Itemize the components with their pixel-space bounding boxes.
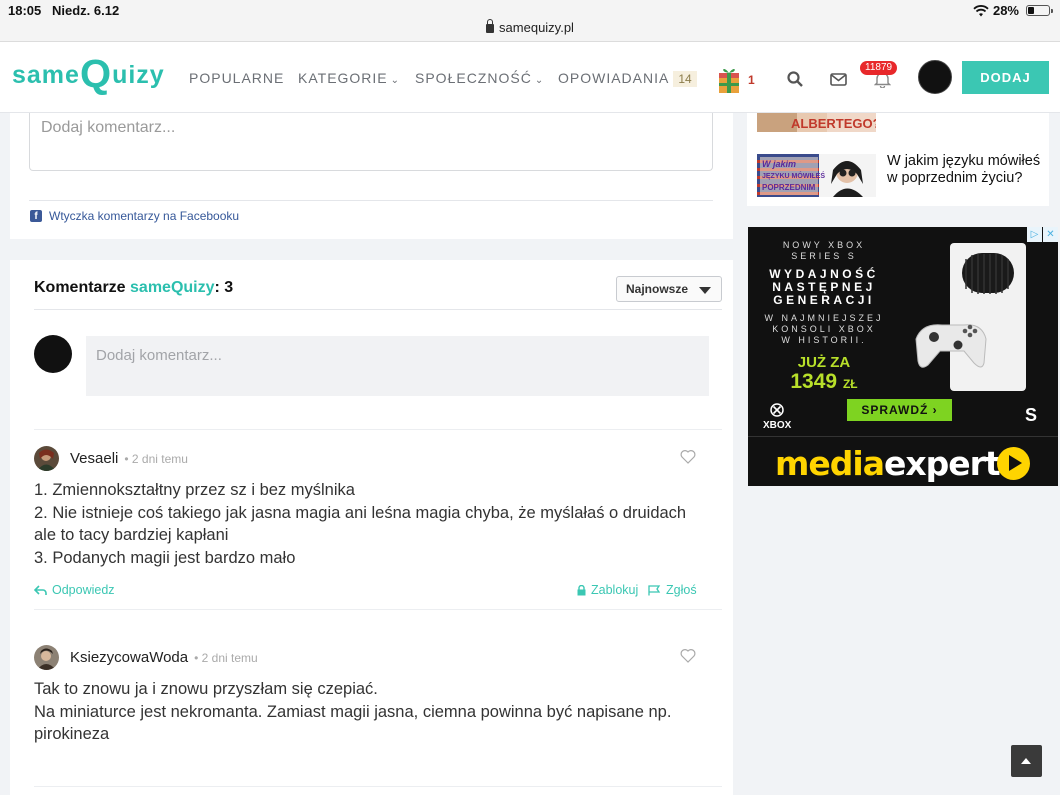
comment-placeholder: Dodaj komentarz... <box>41 119 176 136</box>
divider <box>34 429 722 430</box>
comment-time: • 2 dni temu <box>194 651 258 665</box>
ad-copy: NOWY XBOX SERIES S WYDAJNOŚĆ NASTĘPNEJ G… <box>764 240 884 393</box>
xbox-icon <box>770 403 784 417</box>
report-button[interactable]: Zgłoś <box>648 583 697 597</box>
comment-item: Vesaeli • 2 dni temu 1. Zmiennokształtny … <box>34 446 722 606</box>
comment-time: • 2 dni temu <box>124 452 188 466</box>
reply-icon <box>34 584 47 595</box>
divider <box>34 609 722 610</box>
battery-icon <box>1026 5 1053 16</box>
nav-spolecznosc[interactable]: SPOŁECZNOŚĆ ⌄ <box>415 70 544 86</box>
chevron-down-icon: ⌄ <box>390 75 401 86</box>
author-name[interactable]: KsiezycowaWoda <box>70 649 188 666</box>
xbox-console-image <box>915 243 1026 391</box>
facebook-plugin-link[interactable]: f Wtyczka komentarzy na Facebooku <box>30 209 239 223</box>
series-s-logo: S <box>1025 405 1038 425</box>
comment-author: Vesaeli • 2 dni temu <box>70 450 188 467</box>
mail-icon[interactable] <box>830 73 847 86</box>
quiz-thumbnail[interactable]: W jakim JĘZYKU MÓWIŁEŚ POPRZEDNIM <box>757 154 876 197</box>
flag-icon <box>648 584 661 595</box>
lock-icon <box>486 19 495 33</box>
svg-text:JĘZYKU MÓWIŁEŚ: JĘZYKU MÓWIŁEŚ <box>762 171 825 180</box>
comment-text: Tak to znowu ja i znowu przyszłam się cz… <box>34 680 672 743</box>
block-button[interactable]: Zablokuj <box>577 583 638 597</box>
site-navbar: sameQuizy POPULARNE KATEGORIE ⌄ SPOŁECZNO… <box>0 42 1060 113</box>
address-bar[interactable]: samequizy.pl <box>0 19 1060 35</box>
chevron-down-icon: ⌄ <box>534 75 545 86</box>
user-avatar[interactable] <box>918 60 952 94</box>
commenter-avatar[interactable] <box>34 446 59 471</box>
related-quiz-title[interactable]: W jakim języku mówiłeś w poprzednim życi… <box>887 153 1042 197</box>
scroll-to-top-button[interactable] <box>1011 745 1042 777</box>
gift-icon[interactable] <box>718 64 740 94</box>
svg-text:POPRZEDNIM: POPRZEDNIM <box>762 183 816 192</box>
lock-icon <box>577 584 586 595</box>
status-time: 18:05 <box>8 3 42 18</box>
divider <box>29 200 713 201</box>
xbox-logo: XBOX <box>763 403 791 431</box>
current-user-avatar <box>34 335 72 373</box>
heart-icon[interactable] <box>680 449 696 464</box>
sort-dropdown[interactable]: Najnowsze <box>616 276 722 302</box>
samequizy-comments-panel: Komentarze sameQuizy: 3 Najnowsze Dodaj … <box>10 260 733 795</box>
comment-text: 1. Zmiennokształtny przez sz i bez myśln… <box>34 481 687 567</box>
wifi-icon <box>973 4 989 16</box>
comment-placeholder: Dodaj komentarz... <box>96 347 222 364</box>
nav-popularne[interactable]: POPULARNE <box>189 70 284 86</box>
facebook-icon: f <box>30 210 42 222</box>
mediaexpert-logo: mediaexpert <box>775 444 1001 483</box>
related-quizzes: ALBERTEGO? W jakim JĘZYKU MÓWIŁEŚ POPRZE… <box>747 113 1049 206</box>
svg-text:ALBERTEGO?: ALBERTEGO? <box>791 116 876 131</box>
comments-heading: Komentarze sameQuizy: 3 <box>34 279 234 296</box>
count-badge: 14 <box>673 71 697 87</box>
commenter-avatar[interactable] <box>34 645 59 670</box>
search-icon[interactable] <box>787 71 803 87</box>
reply-button[interactable]: Odpowiedz <box>34 583 115 597</box>
mediaexpert-banner: mediaexpert <box>748 436 1058 486</box>
heart-icon[interactable] <box>680 648 696 663</box>
comment-author: KsiezycowaWoda • 2 dni temu <box>70 649 258 666</box>
new-comment-input[interactable]: Dodaj komentarz... <box>86 336 709 396</box>
facebook-comment-input[interactable]: Dodaj komentarz... <box>29 113 713 171</box>
quiz-thumbnail[interactable]: ALBERTEGO? <box>757 113 876 132</box>
nav-kategorie[interactable]: KATEGORIE ⌄ <box>298 70 400 86</box>
gift-count: 1 <box>748 73 755 87</box>
ad-cta-button[interactable]: SPRAWDŹ › <box>847 399 952 421</box>
nav-opowiadania[interactable]: OPOWIADANIA 14 <box>558 70 697 87</box>
add-button[interactable]: DODAJ <box>962 61 1049 94</box>
battery-percent: 28% <box>992 3 1019 18</box>
facebook-plugin-label: Wtyczka komentarzy na Facebooku <box>49 209 240 223</box>
author-name[interactable]: Vesaeli <box>70 450 118 467</box>
caret-down-icon <box>699 287 711 294</box>
close-icon[interactable]: ✕ <box>1043 227 1058 242</box>
samequizy-logo[interactable]: sameQuizy <box>12 52 165 97</box>
advertisement[interactable]: ▷ ✕ NOWY XBOX SERIES S WYDAJNOŚĆ NASTĘPN… <box>748 227 1058 486</box>
notification-badge: 11879 <box>860 61 898 75</box>
status-date: Niedz. 6.12 <box>52 3 120 18</box>
browser-status-bar: 18:05 Niedz. 6.12 samequizy.pl 28% <box>0 0 1060 42</box>
facebook-comments-panel: Dodaj komentarz... f Wtyczka komentarzy … <box>10 113 733 239</box>
svg-text:W jakim: W jakim <box>762 159 796 169</box>
divider <box>34 309 722 310</box>
comment-item: KsiezycowaWoda • 2 dni temu Tak to znowu … <box>34 645 722 765</box>
url-text: samequizy.pl <box>499 20 574 35</box>
play-icon <box>997 447 1030 480</box>
divider <box>34 786 722 787</box>
